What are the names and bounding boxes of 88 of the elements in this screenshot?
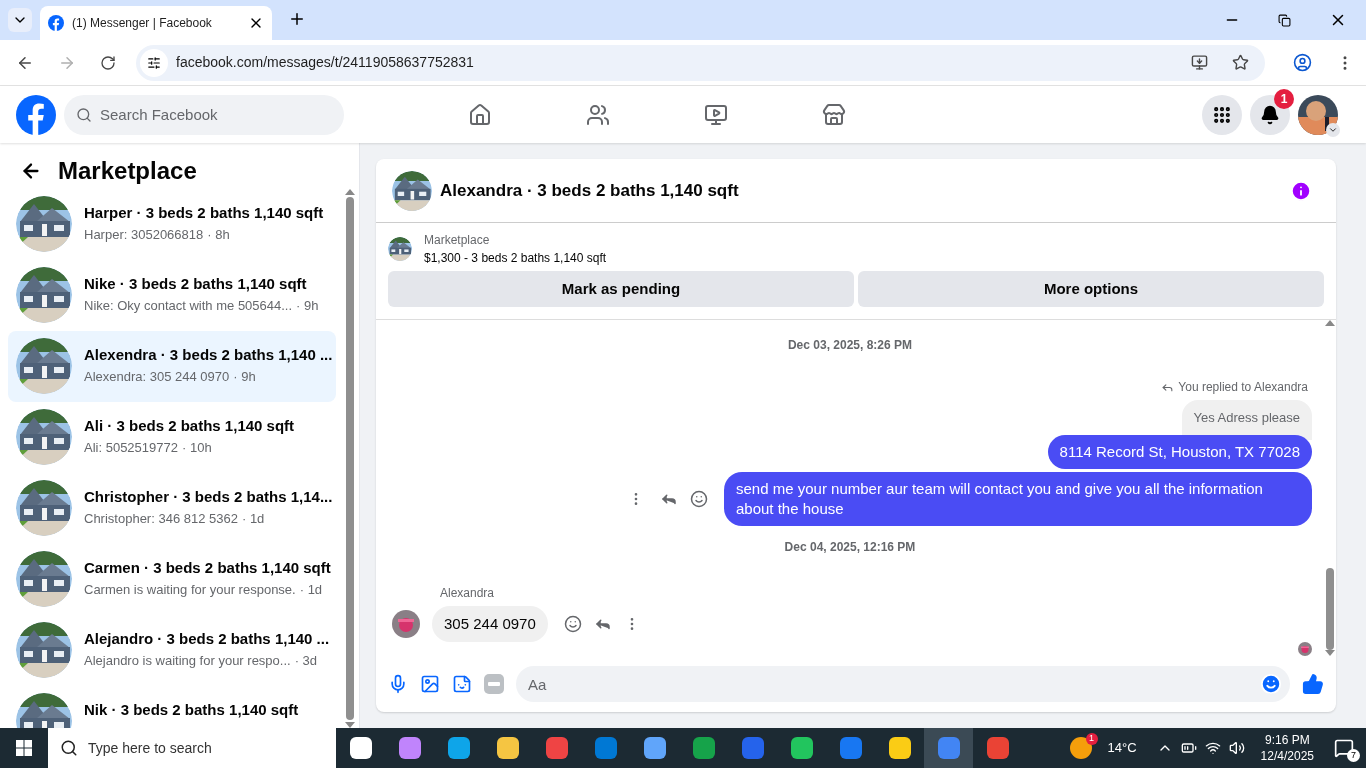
conversation-title: Harper · 3 beds 2 baths 1,140 sqft — [84, 203, 324, 223]
video-icon[interactable] — [704, 102, 728, 127]
facebook-logo-icon — [48, 15, 64, 31]
notification-center-icon[interactable] — [1334, 738, 1354, 758]
conversation-item[interactable]: Nike · 3 beds 2 baths 1,140 sqft Nike: Oky contact with me 505644... · 9h — [8, 260, 336, 331]
tab-title: (1) Messenger | Facebook — [72, 15, 213, 32]
info-icon[interactable] — [1290, 179, 1312, 202]
temperature: 14°C — [1107, 739, 1137, 758]
message-timestamp: Dec 03, 2025, 8:26 PM — [787, 337, 913, 354]
message-input[interactable]: Aa — [516, 666, 1290, 702]
listing-action-button[interactable]: More options — [858, 271, 1324, 307]
search-icon — [76, 106, 92, 123]
clock-time: 9:16 PM — [1264, 732, 1310, 748]
site-settings-icon[interactable] — [147, 55, 161, 70]
new-tab-icon[interactable] — [288, 10, 306, 28]
conversation-time: · 9h — [233, 367, 256, 386]
conversation-title: Alejandro · 3 beds 2 baths 1,140 ... — [84, 629, 328, 649]
scroll-up-icon[interactable] — [345, 189, 355, 195]
friends-icon[interactable] — [586, 102, 610, 127]
reply-note: You replied to Alexandra — [1178, 379, 1308, 396]
scroll-up-icon[interactable] — [1325, 320, 1335, 326]
browser-tab[interactable]: (1) Messenger | Facebook — [40, 6, 272, 40]
conversation-title: Nike · 3 beds 2 baths 1,140 sqft — [84, 274, 308, 294]
conversation-time: · 8h — [207, 225, 230, 244]
volume-icon[interactable] — [1228, 740, 1245, 756]
search-field[interactable]: Search Facebook — [64, 94, 344, 135]
bookmark-icon[interactable] — [1232, 54, 1249, 71]
listing-summary: $1,300 - 3 beds 2 baths 1,140 sqft — [424, 250, 607, 267]
conversation-preview: Christopher: 346 812 5362 — [84, 509, 238, 528]
emoji-icon[interactable] — [690, 489, 708, 508]
microphone-icon[interactable] — [388, 674, 408, 694]
sidebar-title: Marketplace — [58, 156, 197, 186]
grid-icon — [1212, 104, 1232, 125]
message-bubble: send me your number aur team will contact you and give you all the information about the house — [724, 471, 1312, 526]
conversation-title: Ali · 3 beds 2 baths 1,140 sqft — [84, 416, 295, 436]
url-text: facebook.com/messages/t/24119058637752831 — [176, 53, 475, 72]
menu-button[interactable] — [1202, 94, 1242, 135]
conversation-time: · 1d — [241, 509, 265, 528]
quoted-message: Yes Adress please — [1181, 400, 1312, 440]
facebook-logo-icon[interactable] — [16, 94, 56, 135]
taskbar-search-field[interactable]: Type here to search — [48, 728, 336, 768]
emoji-icon[interactable] — [563, 614, 582, 633]
sender-name: Alexandra — [440, 584, 496, 602]
address-bar[interactable]: facebook.com/messages/t/24119058637752831 — [136, 44, 1265, 81]
conversation-time: · 10h — [182, 438, 212, 457]
like-icon[interactable] — [1302, 673, 1324, 695]
message-bubble: 305 244 0970 — [432, 605, 548, 642]
listing-label: Marketplace — [424, 232, 491, 249]
conversation-title: Nik · 3 beds 2 baths 1,140 sqft — [84, 700, 299, 720]
listing-action-button[interactable]: Mark as pending — [388, 271, 854, 307]
conversation-preview: Alejandro is waiting for your respo... — [84, 651, 291, 670]
conversation-preview: Nike: Oky contact with me 505644... — [84, 296, 293, 315]
bell-icon — [1260, 104, 1280, 125]
clock-date: 12/4/2025 — [1260, 748, 1314, 764]
scrollbar-thumb[interactable] — [1326, 568, 1334, 650]
scrollbar-thumb[interactable] — [346, 197, 354, 720]
conversation-time: · 3d — [294, 651, 318, 670]
conversation-item[interactable]: Alexendra · 3 beds 2 baths 1,140 ... Alexendra: 305 244 0970 · 9h — [8, 331, 336, 402]
install-app-icon[interactable] — [1191, 54, 1208, 71]
chat-title: Alexandra · 3 beds 2 baths 1,140 sqft — [440, 179, 739, 202]
wifi-icon[interactable] — [1204, 740, 1221, 756]
notifications-button[interactable] — [1250, 94, 1290, 135]
message-timestamp: Dec 04, 2025, 12:16 PM — [784, 538, 916, 556]
sticker-icon[interactable] — [452, 674, 472, 694]
notification-badge: 1 — [1274, 88, 1294, 109]
weather-badge: 1 — [1085, 733, 1098, 745]
conversation-item[interactable]: Christopher · 3 beds 2 baths 1,14... Christopher: 346 812 5362 · 1d — [8, 473, 336, 544]
conversation-preview: Harper: 3052066818 — [84, 225, 204, 244]
home-icon[interactable] — [468, 102, 492, 127]
tab-list-button[interactable] — [8, 8, 32, 32]
conversation-preview: Carmen is waiting for your response. — [84, 580, 296, 599]
marketplace-icon[interactable] — [822, 102, 846, 127]
search-icon — [60, 739, 78, 757]
conversation-item[interactable]: Ali · 3 beds 2 baths 1,140 sqft Ali: 5052519772 · 10h — [8, 402, 336, 473]
conversation-item[interactable]: Harper · 3 beds 2 baths 1,140 sqft Harper: 3052066818 · 8h — [8, 189, 336, 260]
photo-icon[interactable] — [420, 674, 440, 694]
conversation-preview: Ali: 5052519772 — [84, 438, 178, 457]
conversation-item[interactable]: Alejandro · 3 beds 2 baths 1,140 ... Alejandro is waiting for your respo... · 3d — [8, 615, 336, 686]
conversation-time: · 1d — [299, 580, 323, 599]
notification-count: 7 — [1347, 749, 1360, 762]
profile-icon[interactable] — [1293, 53, 1312, 72]
conversation-preview: Alexendra: 305 244 0970 — [84, 367, 230, 386]
conversation-item[interactable]: Carmen · 3 beds 2 baths 1,140 sqft Carmen is waiting for your response. · 1d — [8, 544, 336, 615]
reload-icon[interactable] — [100, 54, 116, 71]
battery-icon[interactable] — [1180, 740, 1197, 756]
message-bubble: 8114 Record St, Houston, TX 77028 — [1047, 434, 1312, 469]
conversation-time: · 9h — [296, 296, 319, 315]
restore-icon[interactable] — [1278, 13, 1291, 27]
